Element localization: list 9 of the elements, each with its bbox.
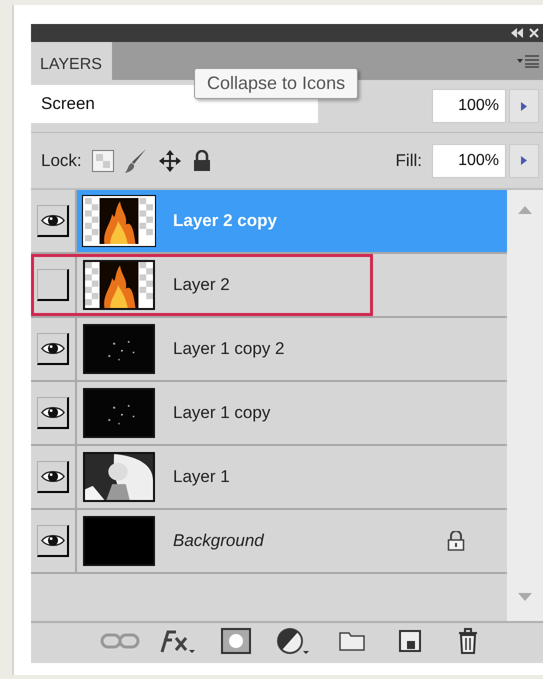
fill-label: Fill: (396, 150, 422, 170)
layer-name: Background (173, 531, 264, 551)
layer-name: Layer 2 (173, 275, 230, 295)
layer-name: Layer 2 copy (173, 211, 277, 231)
layer-name: Layer 1 copy (173, 403, 270, 423)
tooltip: Collapse to Icons (194, 68, 358, 99)
layer-name: Layer 1 copy 2 (173, 339, 285, 359)
lock-label: Lock: (41, 150, 82, 170)
layer-name: Layer 1 (173, 467, 230, 487)
